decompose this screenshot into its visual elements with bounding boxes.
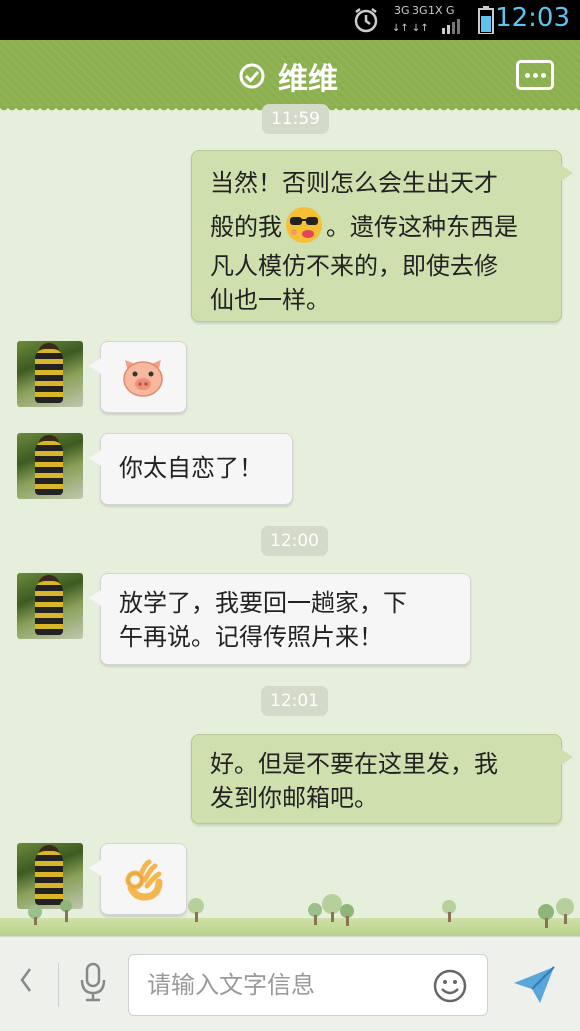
- message-line: 凡人模仿不来的，即使去修: [210, 252, 498, 280]
- message-line: 发到你邮箱吧。: [210, 784, 378, 812]
- network-1x-label: 1X: [428, 4, 443, 17]
- message-line: 午再说。记得传照片来！: [119, 623, 383, 651]
- message-text: 你太自恋了！: [119, 454, 263, 482]
- network-3g-label-1: 3G: [394, 4, 410, 17]
- received-message-bubble[interactable]: [89, 341, 187, 413]
- back-icon[interactable]: [18, 965, 34, 1003]
- status-bar: 3G 3G 1X G ↓↑ ↓↑ 12:03: [0, 0, 580, 40]
- microphone-icon[interactable]: [78, 962, 108, 1004]
- contact-avatar[interactable]: [17, 341, 83, 407]
- pig-face-emoji: [123, 360, 163, 397]
- sent-message-bubble[interactable]: 好。但是不要在这里发，我 发到你邮箱吧。: [191, 734, 573, 824]
- send-icon[interactable]: [512, 965, 556, 1005]
- message-line-with-emoji: 般的我 。遗传这种东西是: [210, 205, 545, 249]
- cool-face-emoji: [286, 207, 322, 243]
- contact-name: 维维: [278, 62, 338, 97]
- network-3g-label-2: 3G: [412, 4, 428, 17]
- alarm-icon: [354, 8, 378, 33]
- sent-message-bubble[interactable]: 当然！否则怎么会生出天才 般的我 。遗传这种东西是 凡人模仿不来的，即使去修 仙…: [191, 150, 573, 322]
- received-message-bubble[interactable]: [89, 843, 187, 915]
- network-g-label: G: [446, 4, 455, 17]
- message-line: 仙也一样。: [210, 286, 330, 314]
- ok-hand-emoji: [125, 859, 163, 901]
- scenery-ground: [0, 918, 580, 936]
- timestamp: 12:01: [261, 686, 328, 716]
- svg-text:↓↑ ↓↑: ↓↑ ↓↑: [392, 23, 429, 34]
- verified-check-icon: [239, 63, 265, 89]
- chat-header: 维维: [0, 40, 580, 114]
- more-options-button[interactable]: [516, 60, 554, 90]
- divider: [58, 963, 59, 1007]
- status-clock: 12:03: [495, 3, 570, 33]
- signal-icon: ↓↑ ↓↑: [392, 19, 460, 34]
- battery-icon: [478, 6, 494, 34]
- message-input-bar: [0, 936, 580, 1031]
- received-message-bubble[interactable]: 放学了，我要回一趟家，下 午再说。记得传照片来！: [89, 573, 471, 665]
- chat-message-list[interactable]: 11:59 当然！否则怎么会生出天才 般的我 。遗传这种东西是 凡人模仿不来的，…: [0, 104, 580, 938]
- received-message-bubble[interactable]: 你太自恋了！: [89, 433, 293, 505]
- timestamp: 11:59: [262, 104, 329, 134]
- message-line: 放学了，我要回一趟家，下: [119, 589, 407, 617]
- message-line: 当然！否则怎么会生出天才: [210, 169, 498, 197]
- message-line: 好。但是不要在这里发，我: [210, 750, 498, 778]
- smiley-icon[interactable]: [432, 968, 468, 1004]
- contact-avatar[interactable]: [17, 433, 83, 499]
- contact-avatar[interactable]: [17, 573, 83, 639]
- contact-avatar[interactable]: [17, 843, 83, 909]
- timestamp: 12:00: [261, 526, 328, 556]
